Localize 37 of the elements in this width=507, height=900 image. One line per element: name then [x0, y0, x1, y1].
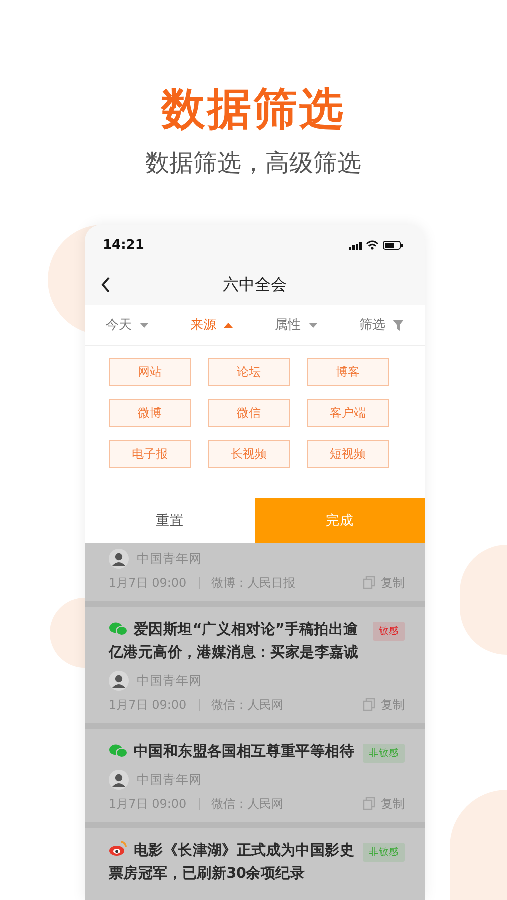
- filter-tab[interactable]: 来源: [186, 312, 238, 338]
- source-option[interactable]: 客户端: [307, 399, 389, 427]
- sensitivity-tag: 非敏感: [363, 744, 405, 763]
- sensitivity-tag: 非敏感: [363, 843, 405, 862]
- source-option[interactable]: 长视频: [208, 440, 290, 468]
- page-subtitle: 数据筛选，高级筛选: [146, 148, 362, 178]
- source-option[interactable]: 微博: [109, 399, 191, 427]
- filter-tab[interactable]: 今天: [102, 312, 153, 338]
- publish-time: 1月7日 09:00: [109, 574, 187, 592]
- author-name: 中国青年网: [137, 672, 202, 690]
- sensitivity-tag: 敏感: [373, 622, 405, 641]
- source-option[interactable]: 网站: [109, 358, 191, 386]
- article-title[interactable]: 电影《长津湖》正式成为中国影史票房冠军，已刷新30余项纪录: [109, 840, 357, 886]
- article-title[interactable]: 中国和东盟各国相互尊重平等相待: [109, 741, 357, 764]
- done-button[interactable]: 完成: [255, 498, 425, 543]
- author-name: 中国青年网: [137, 550, 202, 568]
- filter-tab[interactable]: 筛选: [355, 312, 408, 338]
- source-option[interactable]: 短视频: [307, 440, 389, 468]
- copy-button[interactable]: 复制: [381, 796, 405, 812]
- copy-button[interactable]: 复制: [381, 696, 405, 714]
- filter-tab[interactable]: 属性: [270, 312, 322, 338]
- channel-name: 微信：人民网: [212, 796, 284, 812]
- source-option[interactable]: 微信: [208, 399, 290, 427]
- publish-time: 1月7日 09:00: [109, 796, 187, 812]
- source-option[interactable]: 论坛: [208, 358, 290, 386]
- publish-time: 1月7日 09:00: [109, 696, 187, 714]
- screen-title: 六中全会: [223, 274, 287, 296]
- channel-name: 微信：人民网: [212, 696, 284, 714]
- status-time: 14:21: [103, 238, 144, 252]
- author-name: 中国青年网: [137, 772, 202, 788]
- article-title[interactable]: 爱因斯坦“广义相对论”手稿拍出逾亿港元高价，港媒消息：买家是李嘉诚: [109, 619, 367, 665]
- reset-button[interactable]: 重置: [85, 498, 255, 543]
- source-option[interactable]: 电子报: [109, 440, 191, 468]
- page-title: 数据筛选: [162, 84, 346, 136]
- copy-button[interactable]: 复制: [381, 574, 405, 592]
- channel-name: 微博：人民日报: [212, 574, 296, 592]
- source-option[interactable]: 博客: [307, 358, 389, 386]
